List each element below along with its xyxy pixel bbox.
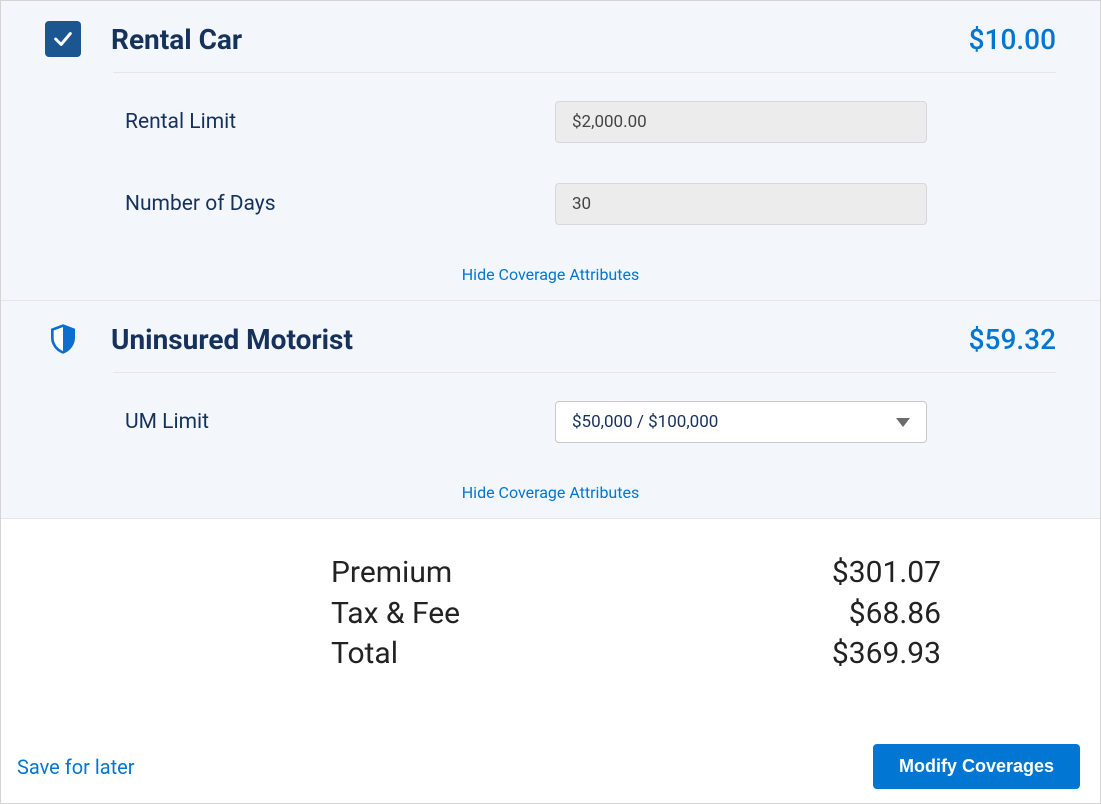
attribute-label: UM Limit — [125, 410, 555, 434]
attribute-rows: UM Limit $50,000 / $100,000 — [1, 373, 1100, 443]
chevron-down-icon — [896, 418, 910, 427]
hide-attributes-row: Hide Coverage Attributes — [1, 471, 1100, 518]
attribute-row: Rental Limit $2,000.00 — [125, 101, 1056, 143]
attribute-label: Rental Limit — [125, 110, 555, 134]
premium-label: Premium — [331, 553, 641, 594]
save-for-later-link[interactable]: Save for later — [17, 755, 135, 779]
premium-value: $301.07 — [741, 553, 941, 594]
coverage-section-uninsured-motorist: Uninsured Motorist $59.32 UM Limit $50,0… — [1, 301, 1100, 518]
attribute-row: Number of Days 30 — [125, 183, 1056, 225]
summary-grid: Premium $301.07 Tax & Fee $68.86 Total $… — [331, 553, 1100, 675]
coverage-section-rental-car: Rental Car $10.00 Rental Limit $2,000.00… — [1, 1, 1100, 301]
summary-area: Premium $301.07 Tax & Fee $68.86 Total $… — [1, 518, 1100, 803]
footer-row: Save for later Modify Coverages — [17, 744, 1080, 789]
attribute-row: UM Limit $50,000 / $100,000 — [125, 401, 1056, 443]
attribute-value: $2,000.00 — [572, 112, 647, 132]
um-limit-select[interactable]: $50,000 / $100,000 — [555, 401, 927, 443]
hide-attributes-link[interactable]: Hide Coverage Attributes — [462, 265, 639, 284]
attribute-value: 30 — [572, 194, 591, 214]
section-price: $10.00 — [969, 23, 1056, 56]
checkbox-checked-icon[interactable] — [45, 21, 81, 57]
total-value: $369.93 — [741, 634, 941, 675]
attribute-rows: Rental Limit $2,000.00 Number of Days 30 — [1, 73, 1100, 225]
number-of-days-field: 30 — [555, 183, 927, 225]
shield-icon — [45, 321, 81, 357]
coverage-area: Rental Car $10.00 Rental Limit $2,000.00… — [1, 1, 1100, 518]
hide-attributes-link[interactable]: Hide Coverage Attributes — [462, 483, 639, 502]
attribute-label: Number of Days — [125, 192, 555, 216]
total-label: Total — [331, 634, 641, 675]
select-value: $50,000 / $100,000 — [572, 412, 718, 432]
modify-coverages-button[interactable]: Modify Coverages — [873, 744, 1080, 789]
taxfee-label: Tax & Fee — [331, 594, 641, 635]
rental-limit-field: $2,000.00 — [555, 101, 927, 143]
section-title: Uninsured Motorist — [111, 323, 353, 356]
hide-attributes-row: Hide Coverage Attributes — [1, 253, 1100, 301]
section-header: Uninsured Motorist $59.32 — [1, 301, 1100, 373]
section-price: $59.32 — [969, 323, 1056, 356]
section-header: Rental Car $10.00 — [1, 1, 1100, 73]
section-title: Rental Car — [111, 23, 242, 56]
taxfee-value: $68.86 — [741, 594, 941, 635]
